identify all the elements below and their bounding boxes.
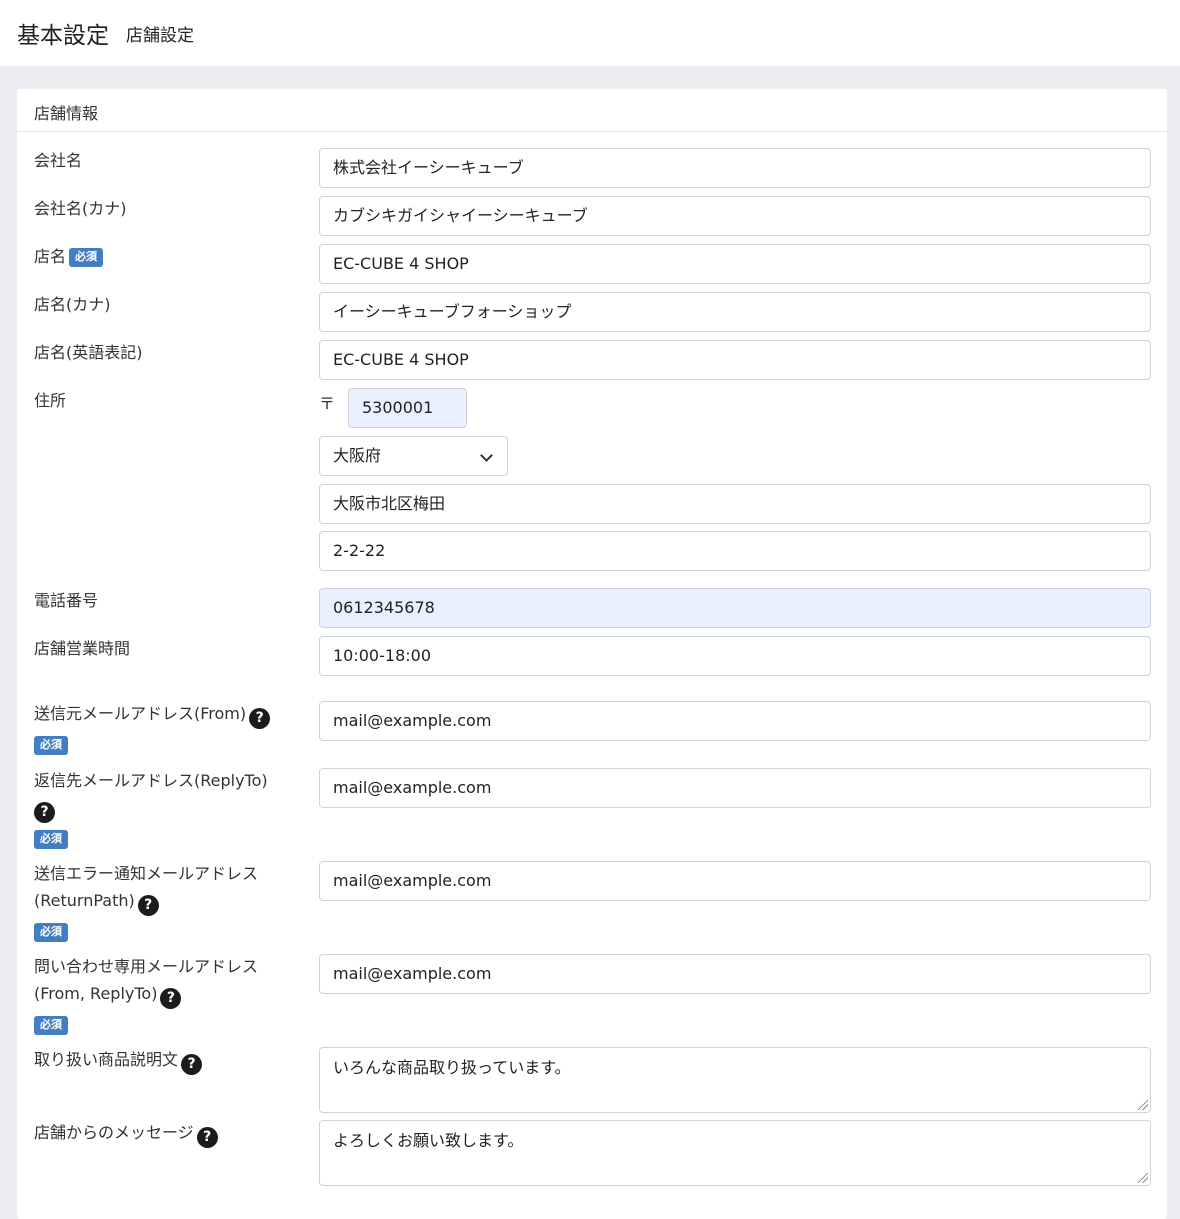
hours-label: 店舗営業時間 — [34, 639, 131, 658]
chevron-down-icon — [480, 449, 493, 462]
company-kana-input[interactable]: カブシキガイシャイーシーキューブ — [319, 196, 1151, 236]
address2-input[interactable]: 2-2-22 — [319, 531, 1151, 571]
shop-en-label: 店名(英語表記) — [34, 343, 143, 362]
help-icon[interactable]: ? — [181, 1054, 203, 1075]
shop-name-label: 店名 必須 — [34, 243, 104, 270]
good-traded-text: いろんな商品取り扱っています。 — [333, 1058, 571, 1077]
email-contact-input[interactable]: mail@example.com — [319, 954, 1151, 994]
good-traded-textarea[interactable]: いろんな商品取り扱っています。 — [319, 1047, 1151, 1113]
email-reply-input[interactable]: mail@example.com — [319, 768, 1151, 808]
email-contact-label: 問い合わせ専用メールアドレス (From, ReplyTo)? 必須 — [34, 953, 258, 1036]
message-textarea[interactable]: よろしくお願い致します。 — [319, 1120, 1151, 1186]
page-title: 基本設定 — [17, 23, 109, 49]
email-from-label: 送信元メールアドレス(From)? 必須 — [34, 700, 271, 756]
page-subtitle: 店舗設定 — [126, 26, 194, 46]
page-header: 基本設定 店舗設定 — [0, 0, 1180, 66]
required-badge: 必須 — [34, 1016, 68, 1035]
company-name-label: 会社名 — [34, 151, 83, 170]
email-from-input[interactable]: mail@example.com — [319, 701, 1151, 741]
help-icon[interactable]: ? — [196, 1127, 218, 1148]
hours-input[interactable]: 10:00-18:00 — [319, 636, 1151, 676]
help-icon[interactable]: ? — [160, 988, 182, 1009]
resize-handle-icon[interactable] — [1138, 1100, 1148, 1110]
help-icon[interactable]: ? — [137, 895, 159, 916]
email-return-label: 送信エラー通知メールアドレス (ReturnPath)? 必須 — [34, 860, 258, 943]
shop-en-input[interactable]: EC-CUBE 4 SHOP — [319, 340, 1151, 380]
postal-code-input[interactable]: 5300001 — [348, 388, 467, 428]
resize-handle-icon[interactable] — [1138, 1173, 1148, 1183]
postal-mark: 〒 — [319, 394, 336, 413]
help-icon[interactable]: ? — [249, 708, 271, 729]
company-kana-label: 会社名(カナ) — [34, 199, 127, 218]
required-badge: 必須 — [34, 923, 68, 942]
help-icon[interactable]: ? — [34, 802, 55, 823]
prefecture-value: 大阪府 — [333, 446, 382, 465]
prefecture-select[interactable]: 大阪府 — [319, 436, 508, 476]
address-label: 住所 — [34, 391, 67, 410]
card-title: 店舗情報 — [17, 89, 1167, 132]
company-name-input[interactable]: 株式会社イーシーキューブ — [319, 148, 1151, 188]
email-return-input[interactable]: mail@example.com — [319, 861, 1151, 901]
message-label: 店舗からのメッセージ? — [34, 1119, 218, 1148]
required-badge: 必須 — [69, 248, 104, 267]
email-reply-label: 返信先メールアドレス(ReplyTo) ? 必須 — [34, 767, 268, 850]
required-badge: 必須 — [34, 830, 68, 849]
shop-info-card: 店舗情報 会社名 株式会社イーシーキューブ 会社名(カナ) カブシキガイシャイー… — [17, 89, 1167, 1219]
message-text: よろしくお願い致します。 — [333, 1131, 524, 1150]
shop-name-input[interactable]: EC-CUBE 4 SHOP — [319, 244, 1151, 284]
phone-label: 電話番号 — [34, 591, 99, 610]
phone-input[interactable]: 0612345678 — [319, 588, 1151, 628]
good-traded-label: 取り扱い商品説明文? — [34, 1046, 203, 1075]
required-badge: 必須 — [34, 736, 68, 755]
shop-kana-label: 店名(カナ) — [34, 295, 111, 314]
address1-input[interactable]: 大阪市北区梅田 — [319, 484, 1151, 524]
shop-kana-input[interactable]: イーシーキューブフォーショップ — [319, 292, 1151, 332]
